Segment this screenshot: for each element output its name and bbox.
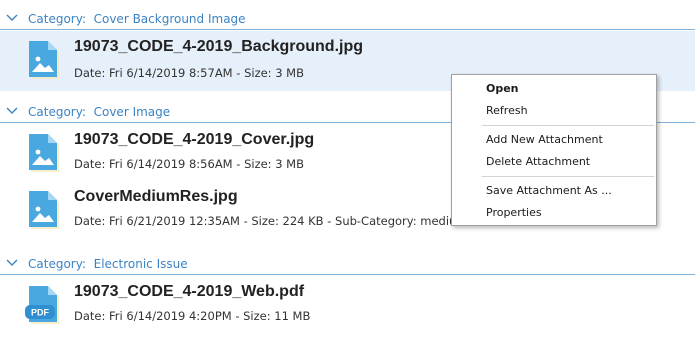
context-menu: Open Refresh Add New Attachment Delete A… — [451, 74, 657, 226]
file-name[interactable]: 19073_CODE_4-2019_Background.jpg — [74, 38, 363, 56]
category-label: Category: Cover Image — [28, 105, 171, 119]
category-header-cover-background-image[interactable]: Category: Cover Background Image — [0, 8, 695, 30]
attachment-item[interactable]: PDF 19073_CODE_4-2019_Web.pdf Date: Fri … — [0, 276, 695, 333]
menu-item-save-attachment-as[interactable]: Save Attachment As ... — [453, 180, 655, 202]
pdf-badge-text: PDF — [31, 308, 50, 318]
pdf-file-icon: PDF — [25, 286, 59, 324]
chevron-down-icon[interactable] — [6, 13, 18, 23]
menu-separator — [482, 125, 654, 126]
file-meta: Date: Fri 6/14/2019 4:20PM - Size: 11 MB — [74, 309, 311, 323]
image-file-icon — [29, 191, 59, 229]
file-meta: Date: Fri 6/14/2019 8:57AM - Size: 3 MB — [74, 66, 304, 80]
file-meta: Date: Fri 6/14/2019 8:56AM - Size: 3 MB — [74, 157, 304, 171]
chevron-down-icon[interactable] — [6, 106, 18, 116]
category-label: Category: Electronic Issue — [28, 257, 188, 271]
menu-item-open[interactable]: Open — [453, 78, 655, 100]
file-name[interactable]: 19073_CODE_4-2019_Web.pdf — [74, 283, 304, 301]
menu-item-delete-attachment[interactable]: Delete Attachment — [453, 151, 655, 173]
menu-item-properties[interactable]: Properties — [453, 202, 655, 224]
chevron-down-icon[interactable] — [6, 258, 18, 268]
menu-item-add-new-attachment[interactable]: Add New Attachment — [453, 129, 655, 151]
image-file-icon — [29, 134, 59, 172]
category-header-electronic-issue[interactable]: Category: Electronic Issue — [0, 253, 695, 275]
menu-separator — [482, 176, 654, 177]
file-name[interactable]: 19073_CODE_4-2019_Cover.jpg — [74, 131, 314, 149]
category-label: Category: Cover Background Image — [28, 12, 246, 26]
file-name[interactable]: CoverMediumRes.jpg — [74, 188, 238, 206]
image-file-icon — [29, 41, 59, 79]
menu-item-refresh[interactable]: Refresh — [453, 100, 655, 122]
